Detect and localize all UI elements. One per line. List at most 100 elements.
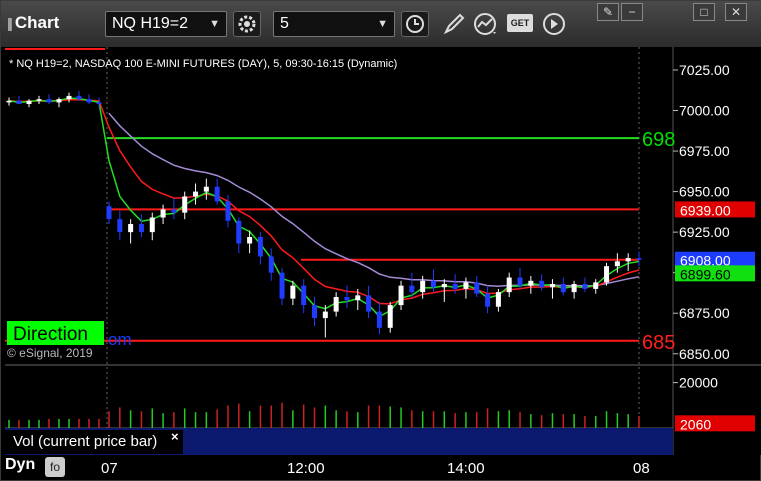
chevron-down-icon[interactable]: ▼ xyxy=(209,12,220,36)
candle-body xyxy=(203,186,209,192)
candle-body xyxy=(430,280,436,288)
candle-body xyxy=(420,280,426,293)
price-tick-label: 7025.00 xyxy=(679,62,730,78)
candle-body xyxy=(236,220,242,244)
candle-body xyxy=(301,285,307,306)
close-button[interactable]: ✕ xyxy=(725,3,747,21)
symbol-input[interactable]: NQ H19=2 ▼ xyxy=(105,11,227,37)
price-tick-label: 6875.00 xyxy=(679,305,730,321)
app-title: || Chart xyxy=(7,13,59,33)
candle-body xyxy=(76,95,82,100)
candle-body xyxy=(312,305,318,319)
interval-input[interactable]: 5 ▼ xyxy=(273,11,395,37)
candle-body xyxy=(560,284,566,293)
candle-body xyxy=(257,237,263,257)
chart-window: || Chart NQ H19=2 ▼ 5 ▼ GET ✎ − □ ✕ 698 68… xyxy=(0,0,761,481)
candle-body xyxy=(549,284,555,288)
price-tick-label: 6925.00 xyxy=(679,224,730,240)
candle-body xyxy=(225,201,231,221)
volume-tag-label: 2060 xyxy=(680,416,711,432)
candle-body xyxy=(376,311,382,328)
candle-body xyxy=(279,272,285,299)
get-icon[interactable]: GET xyxy=(507,14,533,32)
candle-body xyxy=(604,266,610,283)
candle-body xyxy=(463,282,469,289)
edit-window-button[interactable]: ✎ xyxy=(597,3,619,21)
candle-body xyxy=(322,311,328,319)
candle-body xyxy=(66,95,72,100)
level-label-red: 685 xyxy=(642,332,675,354)
candle-body xyxy=(474,282,480,294)
settings-button[interactable] xyxy=(233,11,261,37)
pencil-icon[interactable] xyxy=(441,12,467,36)
minimize-button[interactable]: − xyxy=(621,3,643,21)
candle-body xyxy=(247,237,253,244)
dyn-text: Dyn xyxy=(5,456,36,473)
volume-close-button[interactable]: × xyxy=(171,429,179,444)
candle-body xyxy=(56,99,62,103)
x-tick-08: 08 xyxy=(633,460,650,477)
direction-suffix: om xyxy=(108,330,132,349)
candle-body xyxy=(26,100,32,105)
candle-body xyxy=(571,284,577,293)
price-tag-label: 6939.00 xyxy=(680,202,731,218)
volume-study-label[interactable]: Vol (current price bar) xyxy=(5,430,183,454)
candle-body xyxy=(106,206,112,220)
symbol-value: NQ H19=2 xyxy=(112,15,189,32)
candle-body xyxy=(182,196,188,213)
candle-body xyxy=(366,295,372,312)
chart-header: * NQ H19=2, NASDAQ 100 E-MINI FUTURES (D… xyxy=(9,58,397,70)
price-chart[interactable]: 698 685 7025.00 7000.00 6975.00 6950.00 6925.… xyxy=(1,47,761,455)
price-tag-label: 6899.60 xyxy=(680,266,731,282)
level-label-green: 698 xyxy=(642,129,675,151)
interval-value: 5 xyxy=(280,15,289,32)
study-icon[interactable] xyxy=(473,12,499,36)
chart-background xyxy=(1,47,761,455)
candle-body xyxy=(149,217,155,233)
candle-body xyxy=(636,258,642,260)
x-tick-07: 07 xyxy=(101,460,118,477)
play-icon[interactable] xyxy=(541,12,567,36)
direction-label: Direction xyxy=(13,324,88,345)
candle-body xyxy=(86,99,92,103)
volume-label-text: Vol (current price bar) xyxy=(13,433,158,450)
candle-body xyxy=(117,219,123,233)
candle-body xyxy=(16,100,22,105)
price-tick-label: 6950.00 xyxy=(679,184,730,200)
candle-body xyxy=(344,297,350,301)
candle-body xyxy=(6,100,12,103)
fx-icon[interactable]: fo xyxy=(45,457,65,477)
grip-icon[interactable]: || xyxy=(7,15,13,31)
volume-tick-label: 20000 xyxy=(679,375,718,391)
candle-body xyxy=(290,285,296,299)
candle-body xyxy=(409,285,415,293)
close-icon: ✕ xyxy=(730,5,742,19)
x-tick-1200: 12:00 xyxy=(287,460,325,477)
candle-body xyxy=(528,280,534,286)
candle-body xyxy=(214,186,220,202)
candle-body xyxy=(387,305,393,328)
x-tick-1400: 14:00 xyxy=(447,460,485,477)
price-tick-label: 7000.00 xyxy=(679,103,730,119)
watermark: © eSignal, 2019 xyxy=(7,346,93,360)
candle-body xyxy=(517,277,523,286)
candle-body xyxy=(171,209,177,213)
candle-body xyxy=(160,209,166,218)
edit-icon: ✎ xyxy=(602,5,614,19)
dyn-label[interactable]: Dyn xyxy=(5,456,35,474)
candle-body xyxy=(398,285,404,306)
price-tick-label: 6850.00 xyxy=(679,346,730,362)
candle-body xyxy=(268,256,274,273)
candle-body xyxy=(495,292,501,307)
candle-body xyxy=(333,297,339,312)
price-tick-label: 6975.00 xyxy=(679,143,730,159)
candle-body xyxy=(96,102,102,105)
maximize-icon: □ xyxy=(700,5,708,19)
toolbar: || Chart NQ H19=2 ▼ 5 ▼ GET ✎ − □ ✕ xyxy=(1,1,761,48)
close-icon: × xyxy=(171,429,179,444)
maximize-button[interactable]: □ xyxy=(693,3,715,21)
minimize-icon: − xyxy=(628,5,636,19)
chevron-down-icon[interactable]: ▼ xyxy=(377,12,388,36)
candle-body xyxy=(582,284,588,289)
time-button[interactable] xyxy=(401,11,429,37)
